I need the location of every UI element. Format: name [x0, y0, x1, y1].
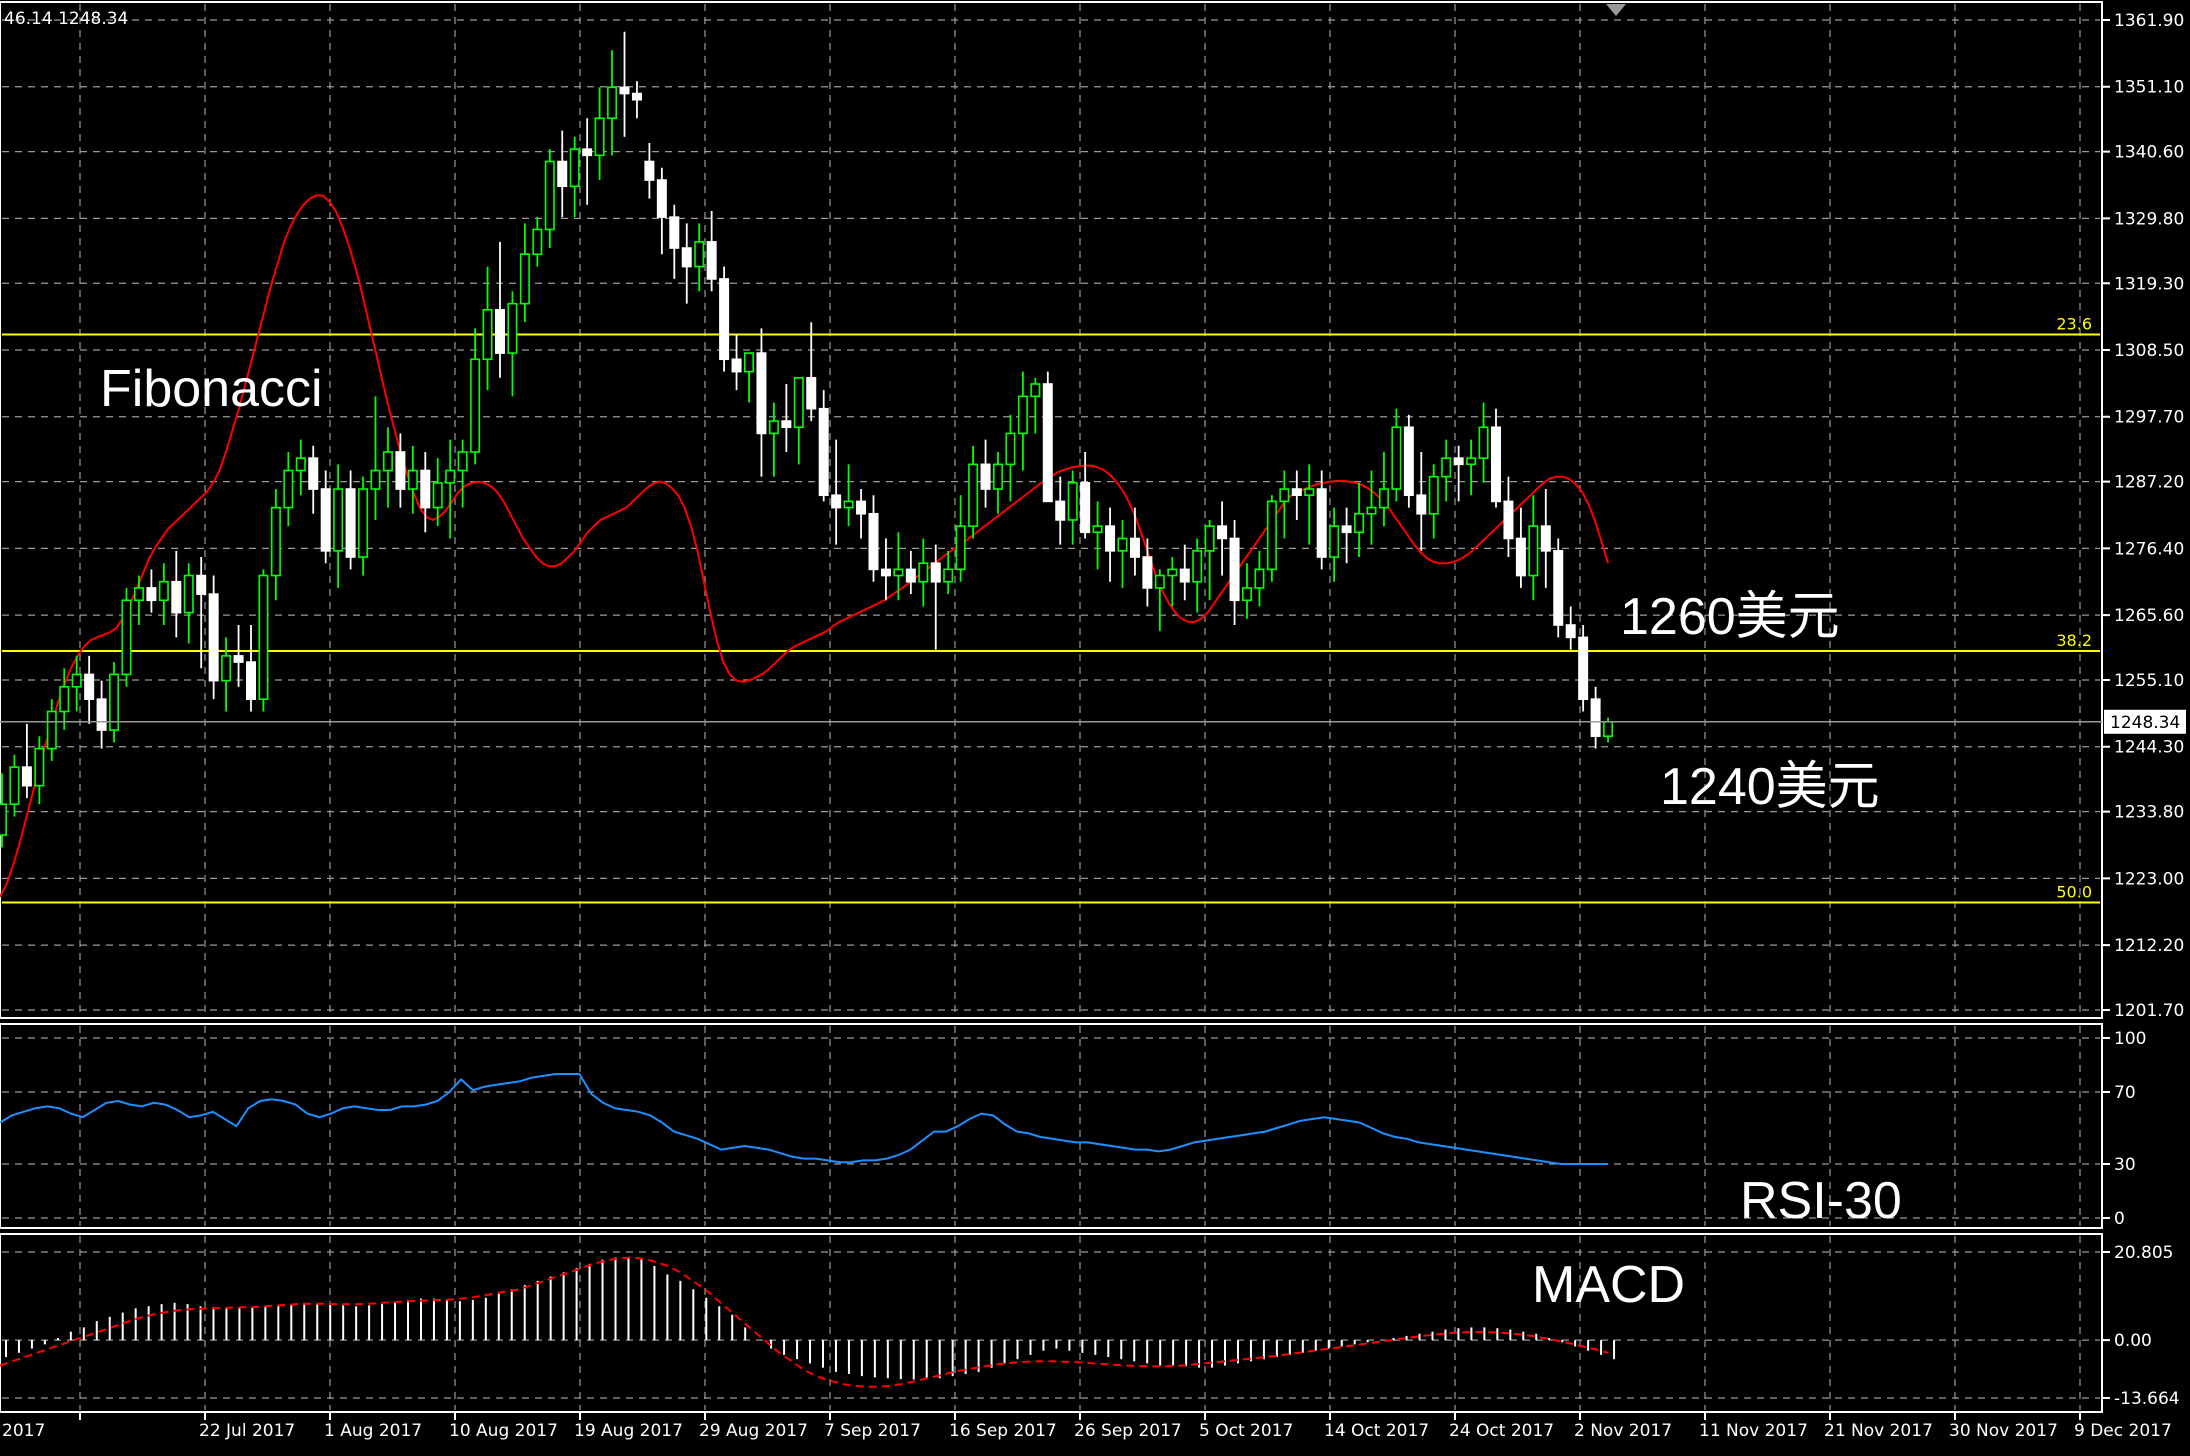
- y-tick-label: 1244.30: [2114, 738, 2184, 758]
- rsi-annotation: RSI-30: [1740, 1172, 1902, 1230]
- candle: [121, 587, 132, 687]
- y-tick-label: 70: [2114, 1083, 2136, 1103]
- y-tick-label: 1340.60: [2114, 143, 2184, 163]
- x-tick-label: 21 Nov 2017: [1824, 1421, 1933, 1441]
- candle: [719, 266, 730, 372]
- x-tick-label: 10 Aug 2017: [449, 1421, 558, 1441]
- fib-level-label: 38.2: [2056, 631, 2092, 650]
- x-tick-label: 1 Aug 2017: [324, 1421, 422, 1441]
- level-1260-annotation: 1260美元: [1620, 588, 1840, 646]
- y-tick-label: 20.805: [2114, 1243, 2173, 1263]
- y-tick-label: 30: [2114, 1155, 2136, 1175]
- candle: [1578, 625, 1589, 712]
- x-tick-label: 14 Oct 2017: [1324, 1421, 1429, 1441]
- candle: [109, 662, 120, 743]
- y-tick-label: 1319.30: [2114, 274, 2184, 294]
- y-tick-label: 1233.80: [2114, 803, 2184, 823]
- candle: [1266, 495, 1277, 582]
- y-tick-label: 1276.40: [2114, 539, 2184, 559]
- candle: [208, 575, 219, 700]
- candle: [1403, 414, 1414, 508]
- fib-level-label: 50.0: [2056, 882, 2092, 901]
- y-tick-label: -13.664: [2114, 1389, 2180, 1409]
- y-tick-label: 1351.10: [2114, 78, 2184, 98]
- y-tick-label: 0.00: [2114, 1331, 2152, 1351]
- y-tick-label: 1223.00: [2114, 869, 2184, 889]
- candle: [258, 569, 269, 712]
- x-tick-label: 11 Nov 2017: [1699, 1421, 1808, 1441]
- y-tick-label: 1265.60: [2114, 606, 2184, 626]
- fibonacci-annotation: Fibonacci: [100, 360, 323, 418]
- x-tick-label: 9 Dec 2017: [2074, 1421, 2172, 1441]
- y-tick-label: 1361.90: [2114, 11, 2184, 31]
- x-tick-label: 7 Sep 2017: [824, 1421, 921, 1441]
- y-tick-label: 1287.20: [2114, 473, 2184, 493]
- x-tick-label: 22 Jul 2017: [199, 1421, 295, 1441]
- y-tick-label: 1255.10: [2114, 671, 2184, 691]
- y-tick-label: 100: [2114, 1029, 2146, 1049]
- x-tick-label: 16 Sep 2017: [949, 1421, 1057, 1441]
- fib-level-label: 23.6: [2056, 315, 2092, 334]
- macd-annotation: MACD: [1532, 1256, 1685, 1314]
- x-tick-label: 2 Nov 2017: [1574, 1421, 1672, 1441]
- x-tick-label: 26 Sep 2017: [1074, 1421, 1182, 1441]
- y-tick-label: 1212.20: [2114, 936, 2184, 956]
- y-tick-label: 1201.70: [2114, 1001, 2184, 1021]
- level-1240-annotation: 1240美元: [1660, 758, 1880, 816]
- y-tick-label: 1329.80: [2114, 209, 2184, 229]
- x-tick-label: 19 Aug 2017: [574, 1421, 683, 1441]
- x-tick-label: 5 Oct 2017: [1199, 1421, 1293, 1441]
- header-info: 46.14 1248.34: [4, 9, 128, 29]
- y-tick-label: 0: [2114, 1209, 2125, 1229]
- y-tick-label: 1308.50: [2114, 341, 2184, 361]
- candle: [1042, 371, 1053, 503]
- candle: [1553, 538, 1564, 638]
- x-tick-label: 29 Aug 2017: [699, 1421, 808, 1441]
- x-tick-label: 30 Nov 2017: [1949, 1421, 2058, 1441]
- x-tick-label: 2017: [2, 1421, 45, 1441]
- current-price-label: 1248.34: [2110, 713, 2180, 733]
- trading-chart[interactable]: 23.6 38.2 50.0 1361.90 1351.10 1340.60 1329.8…: [0, 0, 2190, 1456]
- x-tick-label: 24 Oct 2017: [1449, 1421, 1554, 1441]
- y-tick-label: 1297.70: [2114, 408, 2184, 428]
